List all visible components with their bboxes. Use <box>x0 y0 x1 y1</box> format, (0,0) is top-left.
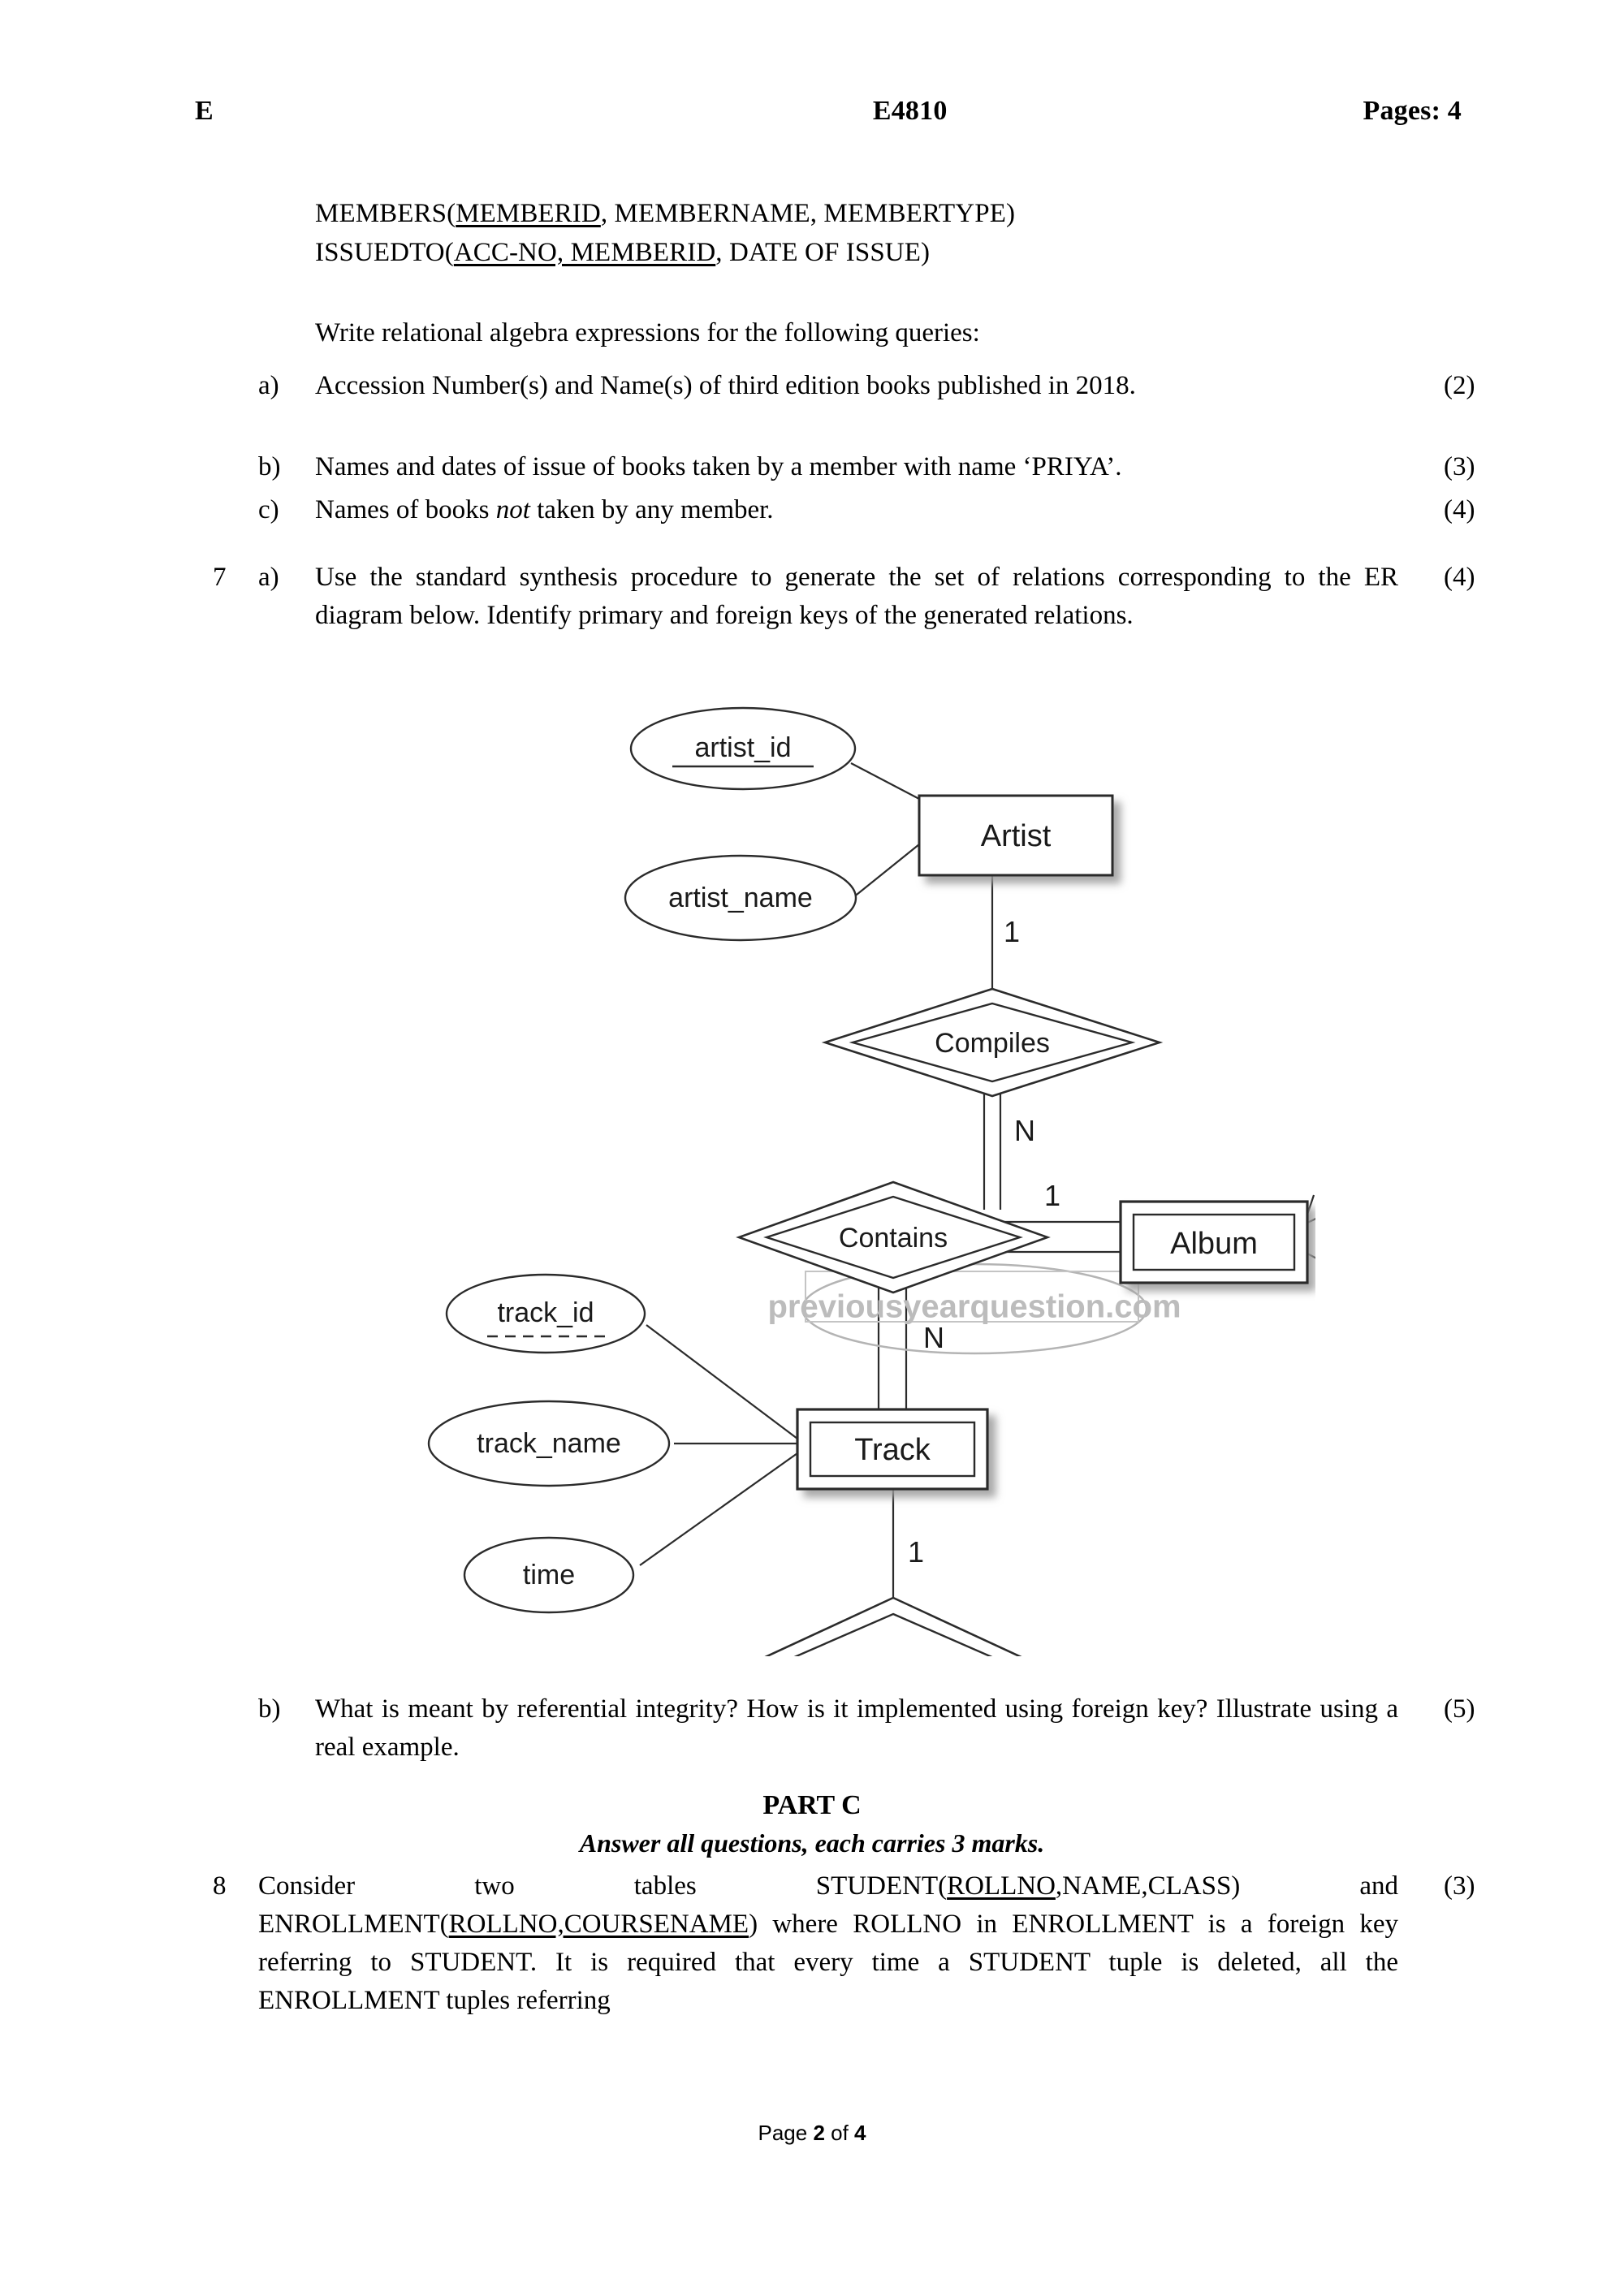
cardinality-track-wasplayedat: 1 <box>908 1535 924 1569</box>
footer-prefix: Page <box>758 2121 814 2145</box>
question-number <box>213 367 258 405</box>
cardinality-contains-album: 1 <box>1044 1179 1060 1212</box>
schema-members-prefix: MEMBERS( <box>315 199 456 228</box>
question-text: What is meant by referential integrity? … <box>315 1694 1398 1762</box>
schema-members-rest: , MEMBERNAME, MEMBERTYPE) <box>600 199 1016 228</box>
edge-trackid-track <box>646 1324 798 1439</box>
question-sublabel: a) <box>258 563 279 592</box>
attribute-time-label: time <box>523 1560 575 1590</box>
relationship-contains-label: Contains <box>839 1223 948 1254</box>
entity-album-label: Album <box>1170 1227 1258 1261</box>
attribute-artist-id-label: artist_id <box>694 732 791 763</box>
watermark-text: previousyearquestion.com <box>767 1289 1181 1325</box>
question-marks: (3) <box>1444 452 1475 481</box>
attribute-artist-name: artist_name <box>624 854 857 942</box>
question-text: Consider two tables STUDENT(ROLLNO,NAME,… <box>258 1867 1432 2019</box>
question-sublabel: a) <box>258 371 279 400</box>
footer-middle: of <box>824 2121 855 2145</box>
question8-segment-1: Consider two tables STUDENT( <box>258 1871 948 1901</box>
attribute-artist-id: artist_id <box>629 706 857 791</box>
question-text: Accession Number(s) and Name(s) of third… <box>315 371 1136 400</box>
relationship-wasplayedat-label: WasPlayedAt <box>811 1655 976 1656</box>
part-c-heading: PART C <box>762 1790 862 1820</box>
question-text-before: Names of books <box>315 495 496 524</box>
question-number <box>213 448 258 486</box>
edge-artistname-artist <box>848 844 920 902</box>
cardinality-artist-compiles: 1 <box>1004 915 1020 948</box>
question-item-6c: c) Names of books not taken by any membe… <box>213 491 1502 529</box>
entity-track-label: Track <box>854 1433 931 1467</box>
question-item-6b: b) Names and dates of issue of books tak… <box>213 448 1502 486</box>
er-diagram: previousyearquestion.com artist_id artis… <box>406 698 1315 1656</box>
question-marks: (2) <box>1444 371 1475 400</box>
header-pages-count: Pages: 4 <box>1363 96 1462 126</box>
question-sublabel: b) <box>258 1694 281 1724</box>
queries-lead-in: Write relational algebra expressions for… <box>315 318 980 347</box>
relationship-compiles-label: Compiles <box>935 1028 1050 1059</box>
question-marks: (5) <box>1444 1694 1475 1724</box>
question-sublabel: b) <box>258 452 281 481</box>
question-item-6a: a) Accession Number(s) and Name(s) of th… <box>213 367 1502 405</box>
question-sublabel: c) <box>258 495 279 524</box>
relation-schema-issuedto: ISSUEDTO(ACC-NO, MEMBERID, DATE OF ISSUE… <box>315 235 930 271</box>
schema-issuedto-rest: , DATE OF ISSUE) <box>715 238 931 267</box>
page-footer: Page 2 of 4 <box>0 2121 1624 2146</box>
attribute-track-name: track_name <box>427 1400 671 1487</box>
attribute-track-id-label: track_id <box>497 1297 594 1328</box>
question-number: 7 <box>213 563 227 592</box>
question-number <box>213 1690 258 1767</box>
cardinality-compiles-album: N <box>1014 1114 1035 1147</box>
edge-time-track <box>639 1452 798 1566</box>
schema-issuedto-prefix: ISSUEDTO( <box>315 238 454 267</box>
edge-artistid-artist <box>850 762 920 800</box>
footer-total-pages: 4 <box>854 2121 866 2145</box>
relationship-wasplayedat: WasPlayedAt <box>764 1596 1022 1656</box>
question-item-7b: b) What is meant by referential integrit… <box>213 1690 1502 1767</box>
question-text: Names of books not taken by any member. <box>315 491 1432 529</box>
question8-student-key: ROLLNO <box>947 1871 1056 1901</box>
relationship-compiles: Compiles <box>821 987 1164 1098</box>
header-left-code: E <box>195 96 214 126</box>
exam-page: E E4810 Pages: 4 MEMBERS(MEMBERID, MEMBE… <box>0 0 1624 2296</box>
header-paper-code: E4810 <box>872 96 948 126</box>
page-header: E E4810 Pages: 4 <box>195 96 1462 127</box>
attribute-track-id: track_id <box>445 1273 646 1354</box>
part-c-subheading: Answer all questions, each carries 3 mar… <box>579 1828 1045 1858</box>
question8-enrollment-key: ROLLNO,COURSENAME <box>448 1909 749 1939</box>
attribute-track-name-label: track_name <box>477 1428 621 1459</box>
question-marks: (3) <box>1444 1871 1475 1901</box>
question-number: 8 <box>213 1871 227 1901</box>
question-item-8: 8 Consider two tables STUDENT(ROLLNO,NAM… <box>213 1867 1502 2019</box>
watermark: previousyearquestion.com <box>767 1262 1181 1355</box>
entity-artist-label: Artist <box>981 819 1052 853</box>
schema-members-primary-key: MEMBERID <box>456 199 601 228</box>
question-text: Names and dates of issue of books taken … <box>315 452 1122 481</box>
question-number <box>213 491 258 529</box>
question-text-emphasis: not <box>495 495 530 524</box>
attribute-time: time <box>463 1536 635 1614</box>
attribute-artist-name-label: artist_name <box>668 883 813 913</box>
relation-schema-members: MEMBERS(MEMBERID, MEMBERNAME, MEMBERTYPE… <box>315 196 1015 232</box>
question-marks: (4) <box>1444 563 1475 592</box>
question-text-after: taken by any member. <box>529 495 774 524</box>
cardinality-contains-track: N <box>923 1321 944 1354</box>
footer-current-page: 2 <box>813 2121 825 2145</box>
question-item-7a: 7 a) Use the standard synthesis procedur… <box>213 559 1502 635</box>
question-marks: (4) <box>1444 495 1475 524</box>
schema-issuedto-primary-key: ACC-NO, MEMBERID <box>453 238 716 267</box>
question-text: Use the standard synthesis procedure to … <box>315 563 1398 630</box>
